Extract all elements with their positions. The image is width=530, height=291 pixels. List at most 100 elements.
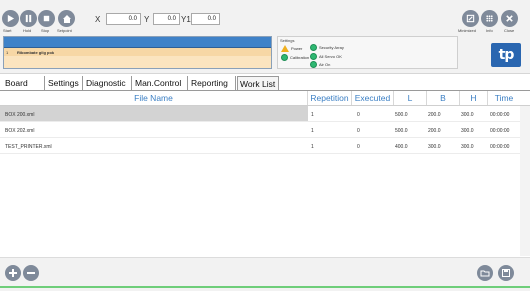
tab-bar: Board Settings Diagnostic Man.Control Re… [0, 76, 530, 91]
ok-icon [310, 61, 317, 68]
ok-icon [310, 44, 317, 51]
close-button[interactable] [501, 10, 518, 27]
cell-file-name: BOX 200.xml [0, 106, 308, 121]
company-logo: tp [491, 43, 521, 67]
save-button[interactable] [498, 265, 514, 281]
program-panel-header [4, 37, 271, 48]
security-array-label: Security Array [319, 45, 344, 50]
minimize-label: Minimized [458, 28, 477, 33]
power-indicator: Power [281, 45, 302, 52]
column-b[interactable]: B [427, 91, 460, 105]
cell-l: 500.0 [395, 128, 408, 134]
cell-file-name: BOX 202.xml [5, 128, 35, 134]
setpoint-label: Setpoint [57, 28, 72, 33]
stop-label: Stop [41, 28, 50, 33]
power-label: Power [291, 46, 303, 51]
settings-title: Settings [280, 38, 295, 43]
y1-label: Y1 [181, 15, 191, 24]
cell-l: 500.0 [395, 112, 408, 118]
table-row[interactable]: BOX 202.xml 1 0 500.0 200.0 300.0 00:00:… [0, 122, 520, 138]
tab-board[interactable]: Board [3, 76, 45, 90]
hold-button[interactable] [20, 10, 37, 27]
ok-icon [281, 54, 288, 61]
column-file-name[interactable]: File Name [0, 91, 308, 105]
tab-reporting[interactable]: Reporting [189, 76, 236, 90]
calibration-indicator: Calibration [281, 54, 309, 61]
calibration-label: Calibration [290, 55, 310, 60]
column-executed[interactable]: Executed [352, 91, 394, 105]
servo-label: All Servo OK [319, 54, 342, 59]
cell-repetition: 1 [311, 144, 314, 150]
cell-time: 00:00:00 [490, 144, 510, 150]
cell-executed: 0 [357, 128, 360, 134]
plus-icon [9, 269, 17, 277]
info-label: Info [486, 28, 493, 33]
program-row[interactable] [4, 56, 271, 64]
progress-line [0, 286, 530, 288]
x-field[interactable]: 0.0 [106, 13, 141, 25]
column-h[interactable]: H [460, 91, 488, 105]
close-icon [506, 15, 513, 22]
toolbar: Start Hold Stop Setpoint X 0.0 Y 0.0 Y1 … [0, 0, 530, 74]
cell-time: 00:00:00 [490, 112, 510, 118]
tab-settings[interactable]: Settings [46, 76, 83, 90]
column-time[interactable]: Time [488, 91, 520, 105]
open-button[interactable] [477, 265, 493, 281]
folder-icon [480, 270, 490, 277]
tab-diagnostic[interactable]: Diagnostic [84, 76, 132, 90]
save-icon [502, 269, 510, 277]
cell-executed: 0 [357, 112, 360, 118]
cell-b: 200.0 [428, 128, 441, 134]
program-row-text: Ribombate gilg pok [17, 50, 55, 55]
cell-executed: 0 [357, 144, 360, 150]
cell-repetition: 1 [311, 112, 314, 118]
warning-icon [281, 45, 289, 52]
stop-button[interactable] [38, 10, 55, 27]
cell-h: 300.0 [461, 128, 474, 134]
cell-time: 00:00:00 [490, 128, 510, 134]
tab-man-control[interactable]: Man.Control [133, 76, 188, 90]
cell-h: 300.0 [461, 144, 474, 150]
air-label: Air On [319, 62, 331, 67]
play-icon [7, 14, 15, 23]
x-label: X [95, 15, 101, 24]
close-label: Close [504, 28, 515, 33]
settings-status-panel: Settings Power Calibration Security Arra… [277, 36, 458, 69]
minimize-icon [466, 14, 475, 23]
program-row[interactable]: 1 Ribombate gilg pok [4, 48, 271, 56]
minimize-button[interactable] [462, 10, 479, 27]
table-scrollbar[interactable] [520, 106, 530, 256]
cell-file-name: TEST_PRINTER.xml [5, 144, 52, 150]
servo-indicator: All Servo OK [310, 53, 342, 60]
cell-b: 200.0 [428, 112, 441, 118]
cell-l: 400.0 [395, 144, 408, 150]
grid-icon [486, 15, 493, 22]
ok-icon [310, 53, 317, 60]
y-label: Y [144, 15, 150, 24]
cell-repetition: 1 [311, 128, 314, 134]
y1-field[interactable]: 0.0 [191, 13, 220, 25]
setpoint-button[interactable] [58, 10, 75, 27]
cell-h: 300.0 [461, 112, 474, 118]
y-field[interactable]: 0.0 [153, 13, 180, 25]
remove-button[interactable] [23, 265, 39, 281]
air-indicator: Air On [310, 61, 330, 68]
pause-icon [25, 14, 32, 23]
stop-icon [43, 15, 50, 22]
table-row[interactable]: BOX 200.xml 1 0 500.0 200.0 300.0 00:00:… [0, 106, 520, 122]
info-button[interactable] [481, 10, 498, 27]
column-repetition[interactable]: Repetition [308, 91, 352, 105]
start-label: Start [3, 28, 12, 33]
security-array-indicator: Security Array [310, 44, 344, 51]
add-button[interactable] [5, 265, 21, 281]
table-row[interactable]: TEST_PRINTER.xml 1 0 400.0 300.0 300.0 0… [0, 138, 520, 154]
home-icon [62, 14, 71, 23]
tab-work-list[interactable]: Work List [237, 76, 279, 90]
program-panel: 1 Ribombate gilg pok [3, 36, 272, 69]
column-l[interactable]: L [394, 91, 427, 105]
cell-b: 300.0 [428, 144, 441, 150]
start-button[interactable] [2, 10, 19, 27]
program-row-number: 1 [6, 50, 9, 55]
table-header: File Name Repetition Executed L B H Time [0, 91, 530, 106]
hold-label: Hold [23, 28, 32, 33]
